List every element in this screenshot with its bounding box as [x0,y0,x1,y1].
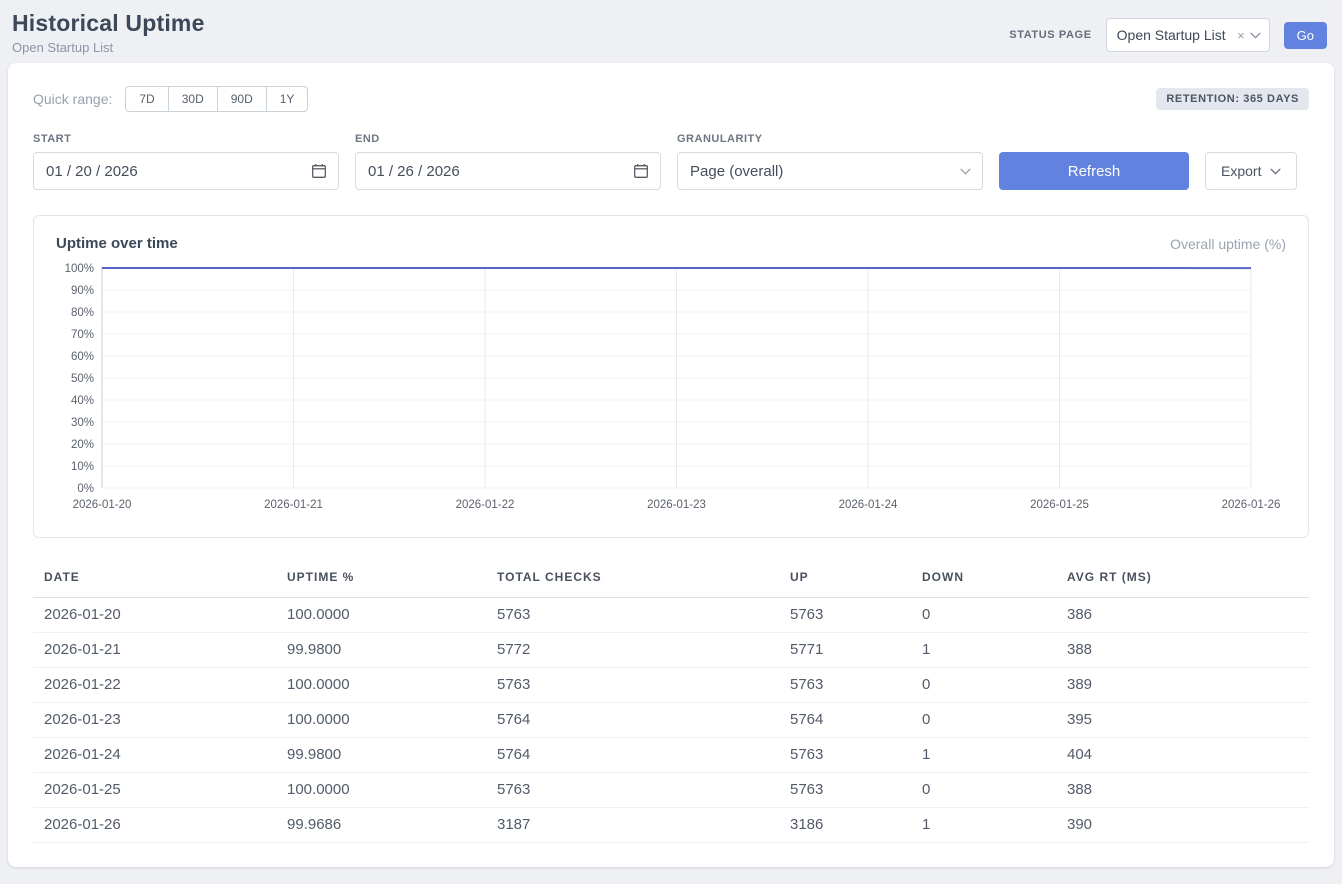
table-row: 2026-01-23100.0000576457640395 [33,703,1309,738]
status-page-select[interactable]: Open Startup List × [1106,18,1270,52]
chart-title: Uptime over time [56,235,178,252]
status-page-label: STATUS PAGE [1009,29,1091,41]
calendar-icon[interactable] [311,163,327,179]
start-date-value: 01 / 20 / 2026 [46,163,138,180]
start-date-label: START [33,133,339,145]
chart-area: 100% 90% 80% 70% 60% 50% 40% 30% 20% 10% 0% 2026-01… [56,260,1286,527]
chart-header: Uptime over time Overall uptime (%) [56,235,1286,252]
chevron-down-icon [960,168,971,175]
table-row: 2026-01-2499.9800576457631404 [33,738,1309,773]
title-block: Historical Uptime Open Startup List [12,10,205,55]
column-header: TOTAL CHECKS [486,560,779,598]
granularity-selected-value: Page (overall) [690,163,783,180]
quick-range-group: 7D30D90D1Y [125,86,308,112]
svg-text:60%: 60% [71,351,94,363]
retention-badge: RETENTION: 365 DAYS [1156,88,1309,110]
quick-range-row: Quick range: 7D30D90D1Y RETENTION: 365 D… [33,86,1309,112]
status-page-selected-value: Open Startup List [1117,27,1236,43]
svg-text:2026-01-24: 2026-01-24 [839,499,898,511]
svg-text:80%: 80% [71,307,94,319]
go-button[interactable]: Go [1284,22,1327,49]
svg-text:2026-01-20: 2026-01-20 [73,499,132,511]
svg-text:40%: 40% [71,395,94,407]
svg-text:2026-01-23: 2026-01-23 [647,499,706,511]
uptime-table: DATEUPTIME %TOTAL CHECKSUPDOWNAVG RT (MS… [33,560,1309,843]
calendar-icon[interactable] [633,163,649,179]
svg-text:2026-01-22: 2026-01-22 [456,499,515,511]
clear-icon[interactable]: × [1237,28,1245,43]
table-row: 2026-01-2699.9686318731861390 [33,808,1309,843]
table-body: 2026-01-20100.00005763576303862026-01-21… [33,598,1309,843]
granularity-field-wrap: GRANULARITY Page (overall) [677,133,983,190]
quick-range-1y[interactable]: 1Y [266,86,309,112]
start-date-field-wrap: START 01 / 20 / 2026 [33,133,339,190]
svg-text:10%: 10% [71,461,94,473]
table-row: 2026-01-25100.0000576357630388 [33,773,1309,808]
svg-text:30%: 30% [71,417,94,429]
svg-text:100%: 100% [65,263,94,275]
start-date-input[interactable]: 01 / 20 / 2026 [33,152,339,190]
quick-range-label: Quick range: [33,91,112,107]
export-button[interactable]: Export [1205,152,1297,190]
end-date-input[interactable]: 01 / 26 / 2026 [355,152,661,190]
chevron-down-icon [1270,168,1281,175]
header-controls: STATUS PAGE Open Startup List × Go [1009,18,1327,52]
quick-range-7d[interactable]: 7D [125,86,168,112]
svg-text:0%: 0% [77,483,94,495]
end-date-label: END [355,133,661,145]
quick-range-90d[interactable]: 90D [217,86,267,112]
svg-text:70%: 70% [71,329,94,341]
page-title: Historical Uptime [12,10,205,37]
quick-range-30d[interactable]: 30D [168,86,218,112]
svg-text:2026-01-25: 2026-01-25 [1030,499,1089,511]
column-header: AVG RT (MS) [1056,560,1309,598]
table-row: 2026-01-22100.0000576357630389 [33,668,1309,703]
column-header: DATE [33,560,276,598]
granularity-select[interactable]: Page (overall) [677,152,983,190]
table-row: 2026-01-2199.9800577257711388 [33,633,1309,668]
column-header: DOWN [911,560,1056,598]
main-panel: Quick range: 7D30D90D1Y RETENTION: 365 D… [8,63,1334,867]
uptime-chart: 100% 90% 80% 70% 60% 50% 40% 30% 20% 10% 0% 2026-01… [56,260,1283,522]
end-date-field-wrap: END 01 / 26 / 2026 [355,133,661,190]
svg-text:90%: 90% [71,285,94,297]
svg-text:2026-01-26: 2026-01-26 [1222,499,1281,511]
chart-legend: Overall uptime (%) [1170,236,1286,252]
quick-range-left: Quick range: 7D30D90D1Y [33,86,308,112]
chevron-down-icon [1250,32,1261,39]
export-button-label: Export [1221,163,1261,179]
refresh-button[interactable]: Refresh [999,152,1189,190]
table-row: 2026-01-20100.0000576357630386 [33,598,1309,633]
svg-text:20%: 20% [71,439,94,451]
granularity-label: GRANULARITY [677,133,983,145]
filter-form: START 01 / 20 / 2026 END 01 / 26 / 2026 … [33,133,1309,190]
column-header: UPTIME % [276,560,486,598]
page-subtitle: Open Startup List [12,40,205,55]
svg-text:50%: 50% [71,373,94,385]
end-date-value: 01 / 26 / 2026 [368,163,460,180]
column-header: UP [779,560,911,598]
page-header: Historical Uptime Open Startup List STAT… [0,0,1342,63]
uptime-chart-card: Uptime over time Overall uptime (%) 100%… [33,215,1309,538]
svg-text:2026-01-21: 2026-01-21 [264,499,323,511]
table-header-row: DATEUPTIME %TOTAL CHECKSUPDOWNAVG RT (MS… [33,560,1309,598]
